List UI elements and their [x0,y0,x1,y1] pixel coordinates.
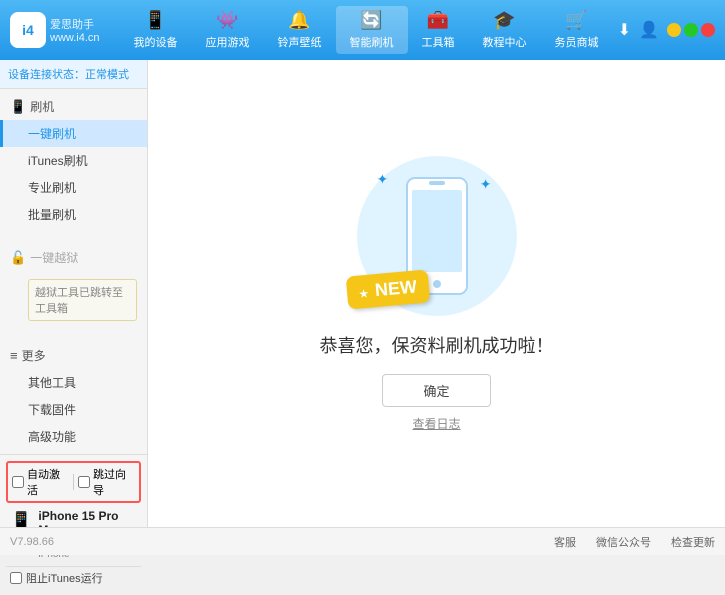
success-illustration: ✦ ✦ NEW [357,156,517,316]
app-logo: i4 爱思助手 www.i4.cn [10,12,100,48]
auto-activate-input[interactable] [12,476,24,488]
maximize-button[interactable] [684,23,698,37]
sidebar-item-pro-flash[interactable]: 专业刷机 [0,174,147,201]
sidebar-section-jailbreak-header: 🔓 一键越狱 [0,244,147,271]
jailbreak-section-icon: 🔓 [10,250,26,266]
nav-app-games[interactable]: 👾 应用游戏 [192,6,264,54]
sidebar-bottom: 自动激活 跳过向导 📱 iPhone 15 Pro Max 512GB iPho… [0,454,147,595]
app-footer: V7.98.66 客服 微信公众号 检查更新 [0,527,725,555]
new-badge: NEW [345,269,430,309]
main-content: ✦ ✦ NEW 恭喜您，保资料刷机成功啦！ 确定 [148,60,725,527]
service-icon: 🛒 [565,10,587,31]
main-nav: 📱 我的设备 👾 应用游戏 🔔 铃声壁纸 🔄 智能刷机 🧰 工具箱 🎓 [120,6,618,54]
download-icon[interactable]: ⬇ [618,20,631,40]
flash-icon: 🔄 [360,10,382,31]
sidebar-item-download-firmware[interactable]: 下载固件 [0,396,147,423]
user-icon[interactable]: 👤 [639,20,659,40]
nav-tutorial[interactable]: 🎓 教程中心 [469,6,541,54]
app-header: i4 爱思助手 www.i4.cn 📱 我的设备 👾 应用游戏 🔔 铃声壁纸 🔄 [0,0,725,60]
games-icon: 👾 [216,10,238,31]
main-container: 设备连接状态：正常模式 📱 刷机 一键刷机 iTunes刷机 专业刷机 批量刷机… [0,60,725,527]
nav-my-device[interactable]: 📱 我的设备 [120,6,192,54]
jailbreak-notice-text: 越狱工具已跳转至工具箱 [28,279,137,321]
nav-ringtone[interactable]: 🔔 铃声壁纸 [264,6,336,54]
sparkle-left: ✦ [377,171,389,188]
view-log-link[interactable]: 查看日志 [412,415,460,432]
close-button[interactable] [701,23,715,37]
footer-wechat[interactable]: 微信公众号 [596,534,651,550]
nav-toolbox[interactable]: 🧰 工具箱 [408,6,469,54]
nav-smart-flash[interactable]: 🔄 智能刷机 [336,6,408,54]
sidebar-section-jailbreak: 🔓 一键越狱 越狱工具已跳转至工具箱 [0,240,147,330]
confirm-button[interactable]: 确定 [382,374,490,407]
itunes-checkbox[interactable] [10,572,22,584]
sidebar-item-one-key-flash[interactable]: 一键刷机 [0,120,147,147]
guide-restore-checkbox[interactable]: 跳过向导 [78,466,135,498]
sidebar-section-more-header: ≡ 更多 [0,342,147,369]
version-label: V7.98.66 [10,536,54,548]
sparkle-right: ✦ [480,176,492,193]
connection-status: 设备连接状态：正常模式 [0,60,147,89]
sidebar-item-batch-flash[interactable]: 批量刷机 [0,201,147,228]
guide-restore-input[interactable] [78,476,90,488]
ringtone-icon: 🔔 [288,10,310,31]
flash-section-icon: 📱 [10,99,26,115]
sidebar-item-other-tools[interactable]: 其他工具 [0,369,147,396]
phone-circle: ✦ ✦ NEW [357,156,517,316]
tutorial-icon: 🎓 [493,10,515,31]
itunes-label: 阻止iTunes运行 [26,570,103,586]
success-message: 恭喜您，保资料刷机成功啦！ [320,332,554,358]
sidebar: 设备连接状态：正常模式 📱 刷机 一键刷机 iTunes刷机 专业刷机 批量刷机… [0,60,148,527]
sidebar-item-advanced[interactable]: 高级功能 [0,423,147,450]
sidebar-section-flash-header: 📱 刷机 [0,93,147,120]
jailbreak-notice: 越狱工具已跳转至工具箱 [0,271,147,326]
window-controls [667,23,715,37]
footer-check-update[interactable]: 检查更新 [671,534,715,550]
sidebar-section-flash: 📱 刷机 一键刷机 iTunes刷机 专业刷机 批量刷机 [0,89,147,232]
auto-activate-checkbox[interactable]: 自动激活 [12,466,69,498]
toolbox-icon: 🧰 [427,10,449,31]
auto-activate-row: 自动激活 跳过向导 [6,461,141,503]
nav-service[interactable]: 🛒 务员商城 [541,6,613,54]
more-section-icon: ≡ [10,348,18,363]
row-divider [73,474,74,490]
logo-text: 爱思助手 www.i4.cn [50,16,100,44]
footer-customer-service[interactable]: 客服 [554,534,576,550]
device-icon: 📱 [144,10,166,31]
logo-icon: i4 [10,12,46,48]
minimize-button[interactable] [667,23,681,37]
sidebar-section-more: ≡ 更多 其他工具 下载固件 高级功能 [0,338,147,454]
sidebar-item-itunes-flash[interactable]: iTunes刷机 [0,147,147,174]
itunes-row: 阻止iTunes运行 [6,566,141,589]
